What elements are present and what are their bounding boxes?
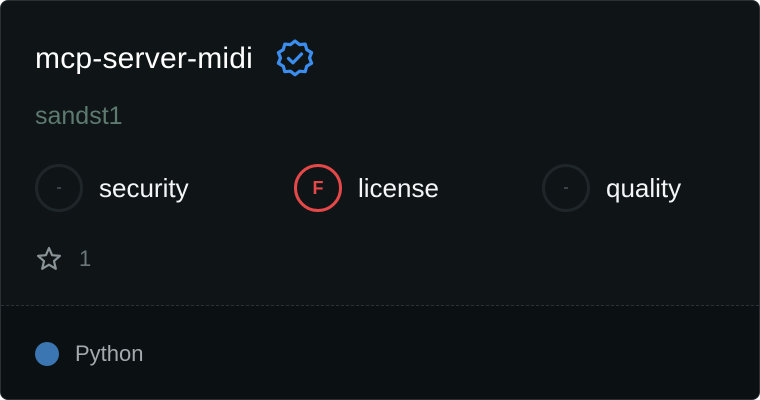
server-card[interactable]: mcp-server-midi sandst1 - security F lic… [0, 0, 760, 400]
license-score[interactable]: F license [294, 164, 439, 212]
security-grade-badge: - [35, 164, 83, 212]
owner-name[interactable]: sandst1 [35, 99, 123, 133]
title-row: mcp-server-midi [35, 37, 317, 81]
verified-badge-icon [273, 37, 317, 81]
quality-grade-badge: - [542, 164, 590, 212]
security-label: security [99, 173, 189, 203]
quality-score[interactable]: - quality [542, 164, 681, 212]
language-indicator: Python [35, 340, 144, 368]
license-grade-badge: F [294, 164, 342, 212]
license-label: license [358, 173, 439, 203]
star-count: 1 [79, 246, 92, 271]
server-name[interactable]: mcp-server-midi [35, 37, 253, 81]
score-row: - security F license - quality [35, 164, 735, 212]
quality-label: quality [606, 173, 682, 203]
language-name: Python [75, 341, 144, 366]
star-counter[interactable]: 1 [35, 244, 91, 274]
security-score[interactable]: - security [35, 164, 189, 212]
star-icon [35, 245, 63, 273]
card-footer: Python [1, 306, 759, 399]
language-color-dot [35, 342, 59, 366]
